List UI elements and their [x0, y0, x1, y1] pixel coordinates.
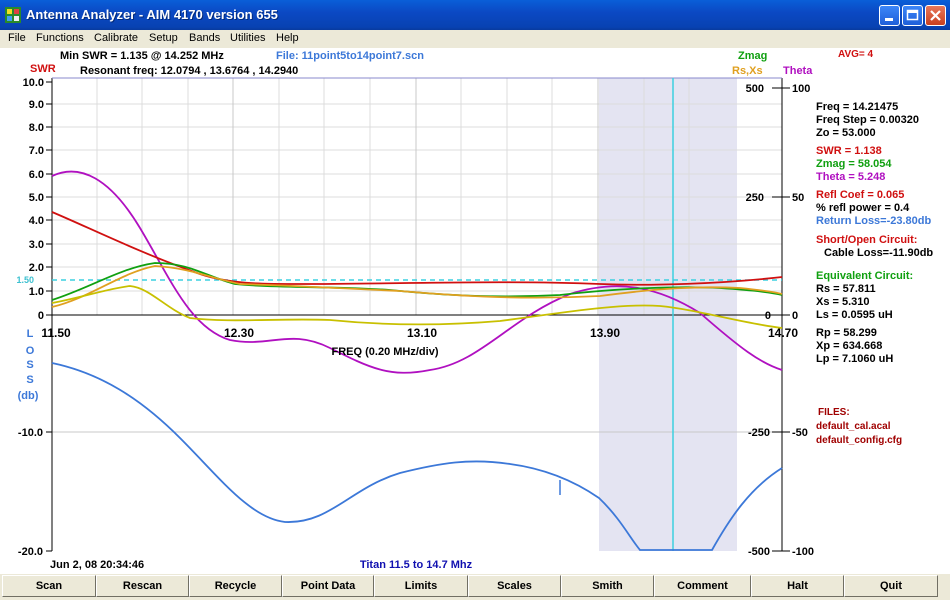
smith-button[interactable]: Smith [561, 575, 654, 597]
scan-caption: Titan 11.5 to 14.7 Mhz [360, 559, 473, 571]
scales-button[interactable]: Scales [468, 575, 561, 597]
svg-text:6.0: 6.0 [29, 169, 44, 181]
svg-text:100: 100 [792, 83, 810, 95]
svg-text:250: 250 [746, 192, 764, 204]
svg-text:(db): (db) [18, 390, 39, 402]
svg-text:50: 50 [792, 192, 804, 204]
svg-text:10.0: 10.0 [23, 77, 44, 89]
maximize-button[interactable] [902, 5, 923, 26]
title-bar: Antenna Analyzer - AIM 4170 version 655 [0, 0, 950, 30]
svg-text:13.10: 13.10 [407, 326, 437, 340]
app-icon [5, 7, 21, 23]
quit-button[interactable]: Quit [844, 575, 938, 597]
menu-utilities[interactable]: Utilities [230, 32, 265, 44]
svg-text:14.70: 14.70 [768, 326, 798, 340]
analyzer-display: Min SWR = 1.135 @ 14.252 MHz File: 11poi… [0, 48, 950, 574]
swr-axis-ticks: 10.0 9.0 8.0 7.0 6.0 5.0 4.0 3.0 2.0 1.0… [23, 77, 44, 322]
svg-text:7.0: 7.0 [29, 145, 44, 157]
loss-axis-ticks: -10.0 -20.0 [18, 427, 43, 558]
timestamp: Jun 2, 08 20:34:46 [50, 559, 144, 571]
svg-text:S: S [26, 359, 33, 371]
svg-text:-500: -500 [748, 546, 770, 558]
svg-text:2.0: 2.0 [29, 262, 44, 274]
svg-text:13.90: 13.90 [590, 326, 620, 340]
svg-text:500: 500 [746, 83, 764, 95]
svg-text:11.50: 11.50 [41, 326, 71, 340]
command-bar: Scan Rescan Recycle Point Data Limits Sc… [0, 574, 950, 600]
freq-caption: FREQ (0.20 MHz/div) [332, 346, 439, 358]
svg-text:-250: -250 [748, 427, 770, 439]
svg-text:-20.0: -20.0 [18, 546, 43, 558]
plot-area[interactable]: 10.0 9.0 8.0 7.0 6.0 5.0 4.0 3.0 2.0 1.0… [0, 48, 950, 574]
svg-text:-10.0: -10.0 [18, 427, 43, 439]
svg-text:5.0: 5.0 [29, 192, 44, 204]
svg-text:S: S [26, 374, 33, 386]
menu-help[interactable]: Help [276, 32, 299, 44]
comment-button[interactable]: Comment [654, 575, 751, 597]
svg-text:0: 0 [765, 310, 771, 322]
point-data-button[interactable]: Point Data [282, 575, 374, 597]
rescan-button[interactable]: Rescan [96, 575, 189, 597]
recycle-button[interactable]: Recycle [189, 575, 282, 597]
svg-text:O: O [26, 345, 35, 357]
svg-text:L: L [27, 328, 34, 340]
svg-text:-100: -100 [792, 546, 814, 558]
menu-functions[interactable]: Functions [36, 32, 84, 44]
close-icon [930, 10, 941, 21]
svg-text:1.0: 1.0 [29, 286, 44, 298]
svg-text:0: 0 [792, 310, 798, 322]
svg-text:-50: -50 [792, 427, 808, 439]
svg-text:12.30: 12.30 [224, 326, 254, 340]
menu-file[interactable]: File [8, 32, 26, 44]
scan-button[interactable]: Scan [2, 575, 96, 597]
window-title: Antenna Analyzer - AIM 4170 version 655 [26, 7, 278, 22]
minimize-icon [885, 18, 893, 21]
theta-axis-ticks: 100 50 0 -50 -100 [792, 83, 814, 558]
loss-axis-label: L O S S (db) [18, 328, 39, 402]
limits-button[interactable]: Limits [374, 575, 468, 597]
svg-text:0: 0 [38, 310, 44, 322]
maximize-icon [906, 9, 919, 21]
menu-bar: File Functions Calibrate Setup Bands Uti… [0, 30, 950, 48]
svg-text:8.0: 8.0 [29, 122, 44, 134]
menu-setup[interactable]: Setup [149, 32, 178, 44]
minimize-button[interactable] [879, 5, 900, 26]
swr-ref-label: 1.50 [16, 275, 34, 285]
svg-text:9.0: 9.0 [29, 99, 44, 111]
svg-text:4.0: 4.0 [29, 215, 44, 227]
menu-bands[interactable]: Bands [189, 32, 220, 44]
svg-text:3.0: 3.0 [29, 239, 44, 251]
halt-button[interactable]: Halt [751, 575, 844, 597]
close-button[interactable] [925, 5, 946, 26]
menu-calibrate[interactable]: Calibrate [94, 32, 138, 44]
